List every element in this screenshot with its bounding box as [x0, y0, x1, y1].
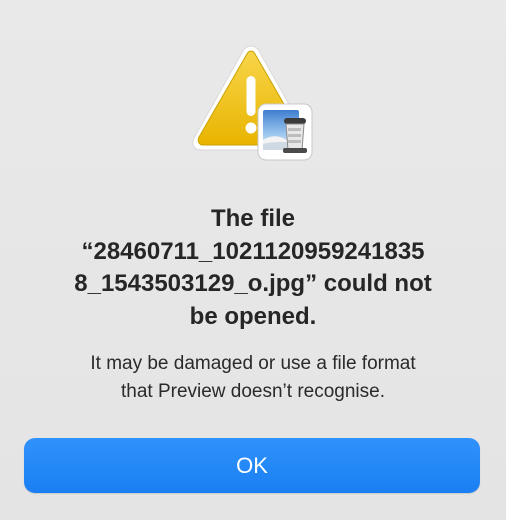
dialog-message: It may be damaged or use a file format t… [20, 350, 486, 406]
ok-button[interactable]: OK [24, 438, 480, 493]
dialog-message-line: that Preview doesn’t recognise. [120, 381, 386, 402]
dialog-message-line: It may be damaged or use a file format [90, 353, 416, 374]
dialog-title-line: be opened. [189, 302, 317, 330]
preview-app-icon [257, 103, 313, 161]
dialog-icon [188, 40, 314, 162]
dialog-title-line: “28460711_1021120959241835 [81, 237, 425, 265]
dialog-title-line: The file [210, 205, 295, 232]
alert-dialog: The file “28460711_1021120959241835 8_15… [0, 0, 506, 520]
dialog-title: The file “28460711_1021120959241835 8_15… [20, 203, 486, 333]
dialog-title-line: 8_1543503129_o.jpg” could not [74, 270, 432, 297]
